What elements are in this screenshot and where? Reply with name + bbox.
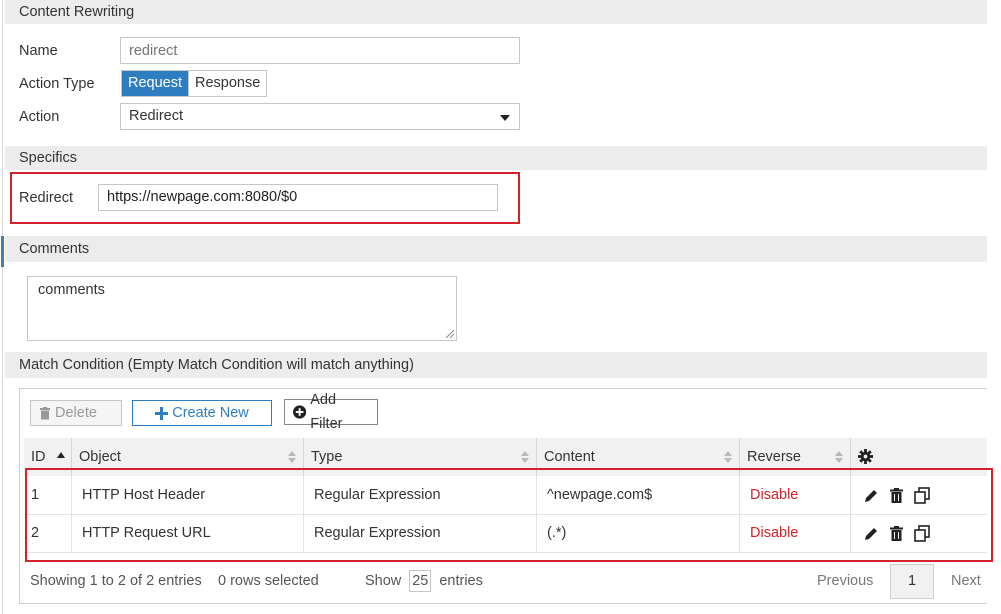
- comments-textarea[interactable]: comments: [27, 276, 457, 341]
- resize-handle-icon[interactable]: [446, 330, 454, 338]
- action-select-value: Redirect: [129, 108, 183, 124]
- add-filter-button[interactable]: Add Filter: [284, 392, 378, 432]
- name-input[interactable]: [120, 37, 520, 64]
- action-label: Action: [19, 109, 60, 125]
- rows-highlight: [25, 468, 993, 562]
- specifics-header: Specifics: [5, 146, 987, 170]
- action-type-request[interactable]: Request: [122, 71, 189, 96]
- action-type-label: Action Type: [19, 76, 95, 92]
- sort-icon: [724, 451, 732, 463]
- page-size-control: Show 25 entries: [365, 565, 483, 598]
- name-label: Name: [19, 43, 58, 59]
- show-label: Show: [365, 573, 402, 589]
- sort-icon: [521, 451, 529, 463]
- plus-circle-icon: [293, 405, 307, 419]
- page-size-input[interactable]: 25: [409, 570, 432, 592]
- sort-asc-icon: [57, 452, 65, 458]
- create-new-label: Create New: [172, 405, 249, 421]
- action-select[interactable]: Redirect: [120, 103, 520, 130]
- chevron-down-icon: [500, 115, 510, 121]
- action-type-response[interactable]: Response: [188, 71, 267, 96]
- active-indicator: [1, 236, 4, 267]
- previous-page-link[interactable]: Previous: [817, 565, 873, 598]
- redirect-label: Redirect: [19, 190, 73, 206]
- left-border: [2, 0, 3, 614]
- action-type-toggle: Request Response: [121, 70, 268, 97]
- gear-icon[interactable]: [858, 449, 873, 464]
- add-filter-label: Add Filter: [310, 392, 343, 432]
- create-new-button[interactable]: Create New: [132, 400, 272, 426]
- comments-text: comments: [38, 282, 105, 298]
- next-page-link[interactable]: Next: [951, 565, 981, 598]
- comments-header: Comments: [5, 236, 987, 262]
- sort-icon: [835, 451, 843, 463]
- showing-entries-text: Showing 1 to 2 of 2 entries: [30, 573, 202, 589]
- redirect-input[interactable]: https://newpage.com:8080/$0: [98, 184, 498, 211]
- delete-button[interactable]: Delete: [30, 400, 122, 426]
- delete-button-label: Delete: [55, 405, 97, 421]
- entries-label: entries: [439, 573, 483, 589]
- page-title: Content Rewriting: [5, 0, 987, 24]
- sort-icon: [288, 451, 296, 463]
- page-number-1[interactable]: 1: [890, 564, 934, 599]
- plus-icon: [155, 406, 169, 420]
- match-condition-header: Match Condition (Empty Match Condition w…: [5, 352, 987, 378]
- trash-icon: [40, 406, 50, 419]
- rows-selected-text: 0 rows selected: [218, 573, 319, 589]
